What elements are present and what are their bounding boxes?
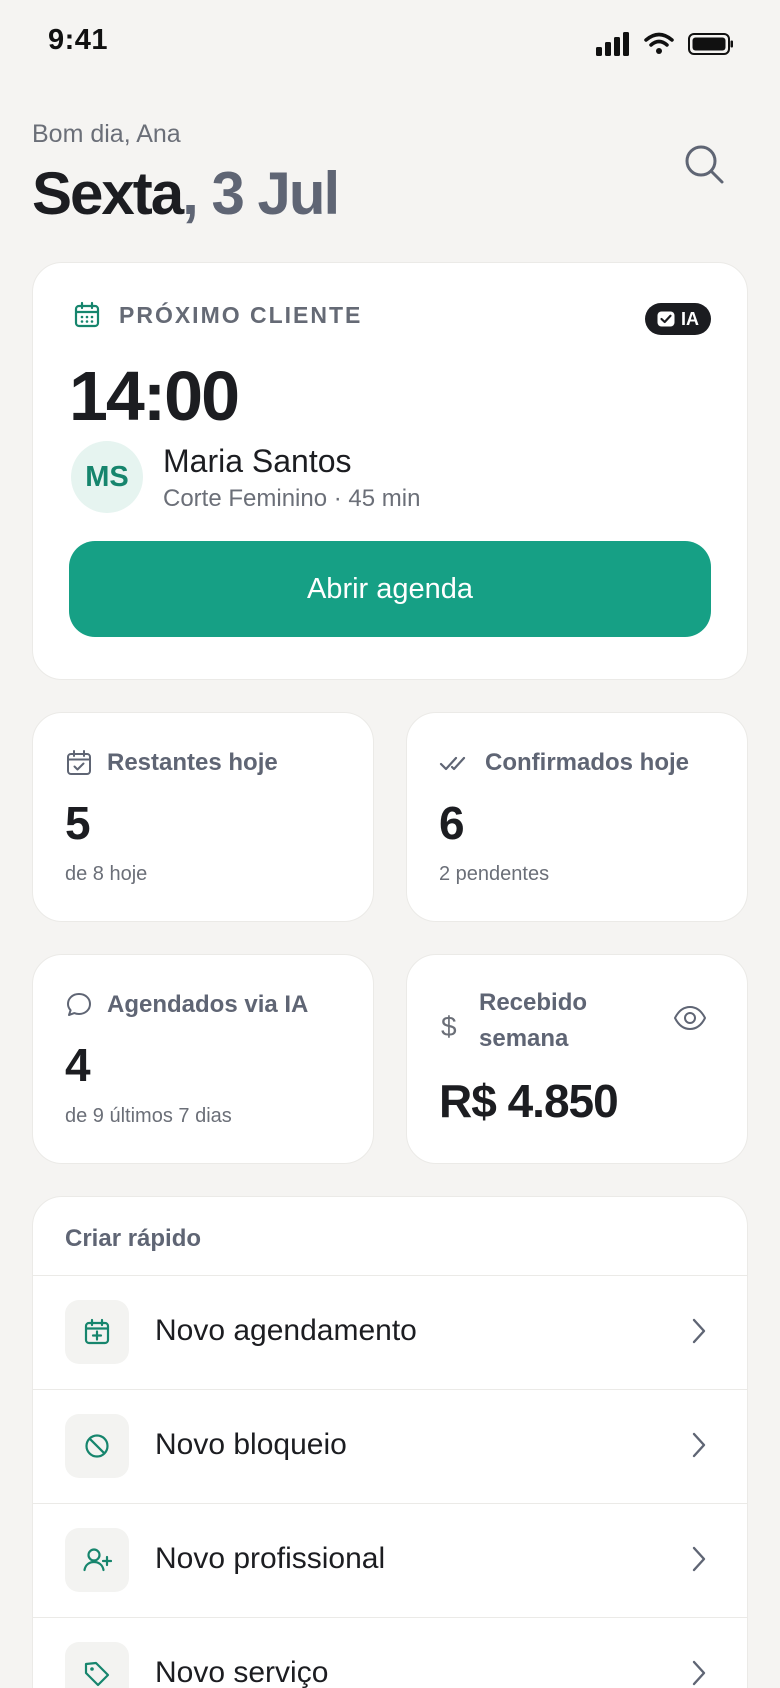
calendar-plus-icon [84, 1318, 110, 1345]
stat-value: 6 [439, 797, 465, 849]
page-title: Sexta, 3 Jul [32, 156, 340, 232]
quick-item-new-professional[interactable]: Novo profissional [33, 1503, 747, 1617]
greeting: Bom dia, Ana [32, 120, 181, 148]
stat-card-confirmed[interactable]: Confirmados hoje 6 2 pendentes [406, 712, 748, 922]
search-button[interactable] [676, 136, 732, 192]
quick-item-icon-box [65, 1414, 129, 1478]
stat-subtitle: de 8 hoje [65, 863, 148, 885]
double-check-icon [439, 756, 466, 771]
quick-item-label: Novo profissional [155, 1542, 386, 1575]
stat-header: Agendados via IA [65, 991, 308, 1019]
stat-header: Confirmados hoje [439, 749, 689, 777]
next-client-label: PRÓXIMO CLIENTE [119, 301, 363, 328]
search-icon [685, 145, 724, 184]
client-name: Maria Santos [163, 443, 352, 479]
status-time: 9:41 [48, 24, 109, 56]
stat-label: Confirmados hoje [485, 749, 690, 776]
quick-item-icon-box [65, 1642, 129, 1688]
ai-check-icon [657, 311, 675, 327]
next-client-time: 14:00 [69, 357, 240, 435]
stat-value: 5 [65, 797, 91, 849]
stat-card-ai-bookings[interactable]: Agendados via IA 4 de 9 últimos 7 dias [32, 954, 374, 1164]
quick-item-icon-box [65, 1300, 129, 1364]
block-icon [85, 1434, 109, 1458]
stat-subtitle: de 9 últimos 7 dias [65, 1105, 232, 1127]
open-agenda-button[interactable]: Abrir agenda [69, 541, 711, 637]
quick-item-label: Novo agendamento [155, 1314, 417, 1347]
user-plus-icon [83, 1548, 112, 1572]
title-date: , 3 Jul [182, 160, 340, 227]
ia-badge: IA [645, 303, 711, 335]
stat-card-remaining[interactable]: Restantes hoje 5 de 8 hoje [32, 712, 374, 922]
status-icons [596, 30, 734, 58]
revenue-value: R$ 4.850 [439, 1075, 619, 1127]
quick-item-label: Novo bloqueio [155, 1428, 347, 1461]
stat-subtitle: 2 pendentes [439, 863, 550, 885]
tag-icon [84, 1661, 110, 1687]
stat-label: Agendados via IA [107, 991, 309, 1018]
calendar-check-icon [67, 750, 91, 775]
chevron-right-icon [692, 1432, 706, 1458]
wifi-icon [644, 32, 674, 54]
quick-item-new-service[interactable]: Novo serviço [33, 1617, 747, 1688]
signal-icon [596, 32, 629, 56]
title-day: Sexta [32, 160, 184, 227]
quick-create-title: Criar rápido [65, 1225, 202, 1252]
toggle-visibility-button[interactable] [673, 1005, 707, 1036]
stat-header: Restantes hoje [65, 749, 278, 777]
dollar-icon: $ [441, 1011, 457, 1042]
stat-label: Recebido semana [479, 989, 588, 1052]
stat-card-revenue[interactable]: $ Recebido semana R$ 4.850 [406, 954, 748, 1164]
next-client-header: PRÓXIMO CLIENTE [73, 301, 362, 329]
chevron-right-icon [692, 1546, 706, 1572]
quick-item-new-appointment[interactable]: Novo agendamento [33, 1275, 747, 1389]
quick-item-new-block[interactable]: Novo bloqueio [33, 1389, 747, 1503]
ia-badge-label: IA [681, 308, 699, 329]
next-client-card: PRÓXIMO CLIENTE IA 14:00 MS Maria Santos… [32, 262, 748, 680]
quick-create-card: Criar rápido Novo agendamento Novo bloqu… [32, 1196, 748, 1688]
calendar-icon [74, 301, 100, 328]
stat-label: Restantes hoje [107, 749, 278, 776]
eye-icon [674, 1006, 706, 1030]
quick-item-label: Novo serviço [155, 1656, 329, 1688]
avatar: MS [71, 441, 143, 513]
chat-bubble-icon [67, 993, 91, 1016]
client-service-meta: Corte Feminino · 45 min [163, 485, 421, 512]
battery-icon [688, 33, 733, 55]
quick-item-icon-box [65, 1528, 129, 1592]
status-bar: 9:41 [0, 0, 780, 86]
chevron-right-icon [692, 1318, 706, 1344]
chevron-right-icon [692, 1660, 706, 1686]
stat-value: 4 [65, 1039, 91, 1091]
quick-create-list: Novo agendamento Novo bloqueio Novo prof… [33, 1275, 747, 1688]
